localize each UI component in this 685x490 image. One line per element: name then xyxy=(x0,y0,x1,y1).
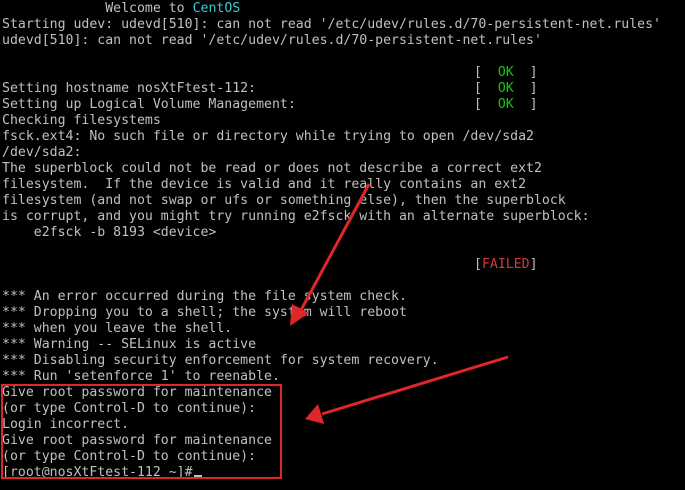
annotation-arrows xyxy=(290,183,509,424)
annotation-arrow-icon xyxy=(290,183,371,326)
annotation-arrow-icon xyxy=(305,355,509,424)
